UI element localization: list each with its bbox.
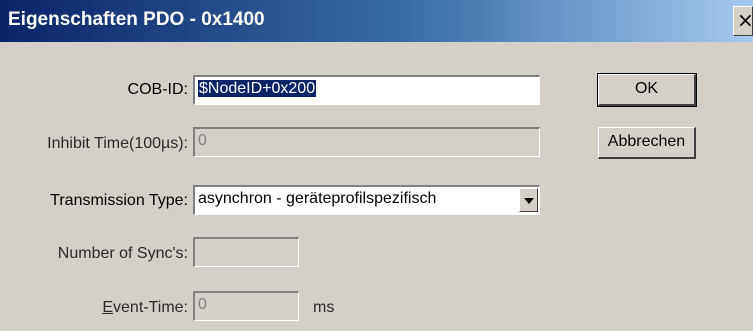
event-time-input[interactable]: 0 — [193, 291, 299, 321]
cob-id-input[interactable]: $NodeID+0x200 — [193, 75, 540, 105]
cancel-button[interactable]: Abbrechen — [598, 127, 696, 159]
event-time-label: Event-Time: — [60, 298, 188, 318]
window-title: Eigenschaften PDO - 0x1400 — [8, 9, 265, 30]
inhibit-time-input[interactable]: 0 — [193, 127, 540, 157]
close-icon: × — [737, 8, 753, 32]
inhibit-time-label: Inhibit Time(100µs): — [47, 135, 188, 152]
inhibit-time-value: 0 — [198, 132, 207, 149]
event-time-unit: ms — [313, 299, 335, 316]
num-sync-input[interactable] — [193, 237, 299, 267]
chevron-down-icon[interactable] — [519, 188, 538, 212]
event-time-label-rest: vent-Time: — [113, 299, 188, 316]
ok-button[interactable]: OK — [597, 73, 697, 107]
num-sync-label: Number of Sync's: — [57, 245, 188, 262]
cob-id-label: COB-ID: — [127, 81, 188, 98]
cob-id-value: $NodeID+0x200 — [198, 80, 317, 97]
event-time-value: 0 — [198, 296, 207, 313]
title-bar: Eigenschaften PDO - 0x1400 × — [0, 0, 753, 42]
transmission-type-value: asynchron - geräteprofilspezifisch — [198, 190, 437, 207]
close-button[interactable]: × — [733, 6, 753, 36]
transmission-type-label: Transmission Type: — [50, 192, 188, 209]
transmission-type-select[interactable]: asynchron - geräteprofilspezifisch — [193, 185, 540, 215]
event-time-label-mnemonic: E — [102, 299, 114, 316]
